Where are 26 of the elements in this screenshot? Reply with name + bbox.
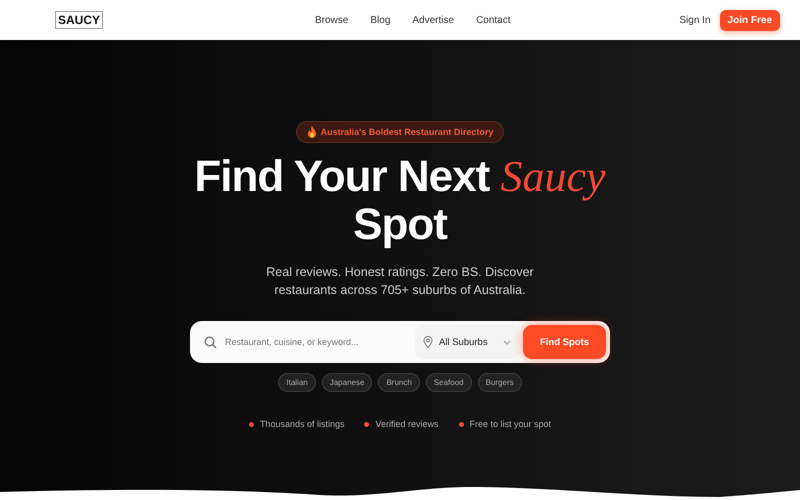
chevron-down-icon bbox=[503, 340, 511, 344]
feature-text: Verified reviews bbox=[375, 419, 439, 429]
cuisine-tag[interactable]: Italian bbox=[278, 373, 316, 392]
nav-link[interactable]: Advertise bbox=[412, 14, 454, 26]
cuisine-tag[interactable]: Burgers bbox=[478, 373, 522, 392]
flame-icon bbox=[306, 126, 317, 138]
suburb-dropdown[interactable]: All Suburbs bbox=[415, 325, 519, 359]
feature-text: Free to list your spot bbox=[470, 419, 552, 429]
nav-link[interactable]: Browse bbox=[315, 14, 348, 26]
subtitle: Real reviews. Honest ratings. Zero BS. Discover restaurants across 705+ suburbs of Australia. bbox=[265, 264, 535, 299]
search-field[interactable]: Restaurant, cuisine, or keyword... bbox=[223, 336, 407, 348]
cuisine-tag[interactable]: Brunch bbox=[378, 373, 420, 392]
dropdown-value: All Suburbs bbox=[439, 336, 489, 348]
nav-link[interactable]: Blog bbox=[370, 14, 390, 26]
badge-text: Australia's Boldest Restaurant Directory bbox=[320, 127, 494, 137]
cuisine-tag[interactable]: Japanese bbox=[322, 373, 372, 392]
cuisine-tag[interactable]: Seafood bbox=[426, 373, 472, 392]
headline: Find Your Next bbox=[194, 152, 490, 201]
feature-text: Thousands of listings bbox=[260, 419, 344, 429]
search-icon bbox=[204, 336, 217, 348]
headline-accent: Saucy bbox=[500, 152, 606, 201]
sign-in-link[interactable]: Sign In bbox=[679, 14, 711, 26]
logo[interactable]: SAUCY bbox=[55, 11, 104, 29]
headline: Spot bbox=[353, 201, 447, 249]
location-pin-icon bbox=[423, 336, 433, 348]
nav-link[interactable]: Contact bbox=[476, 14, 511, 26]
